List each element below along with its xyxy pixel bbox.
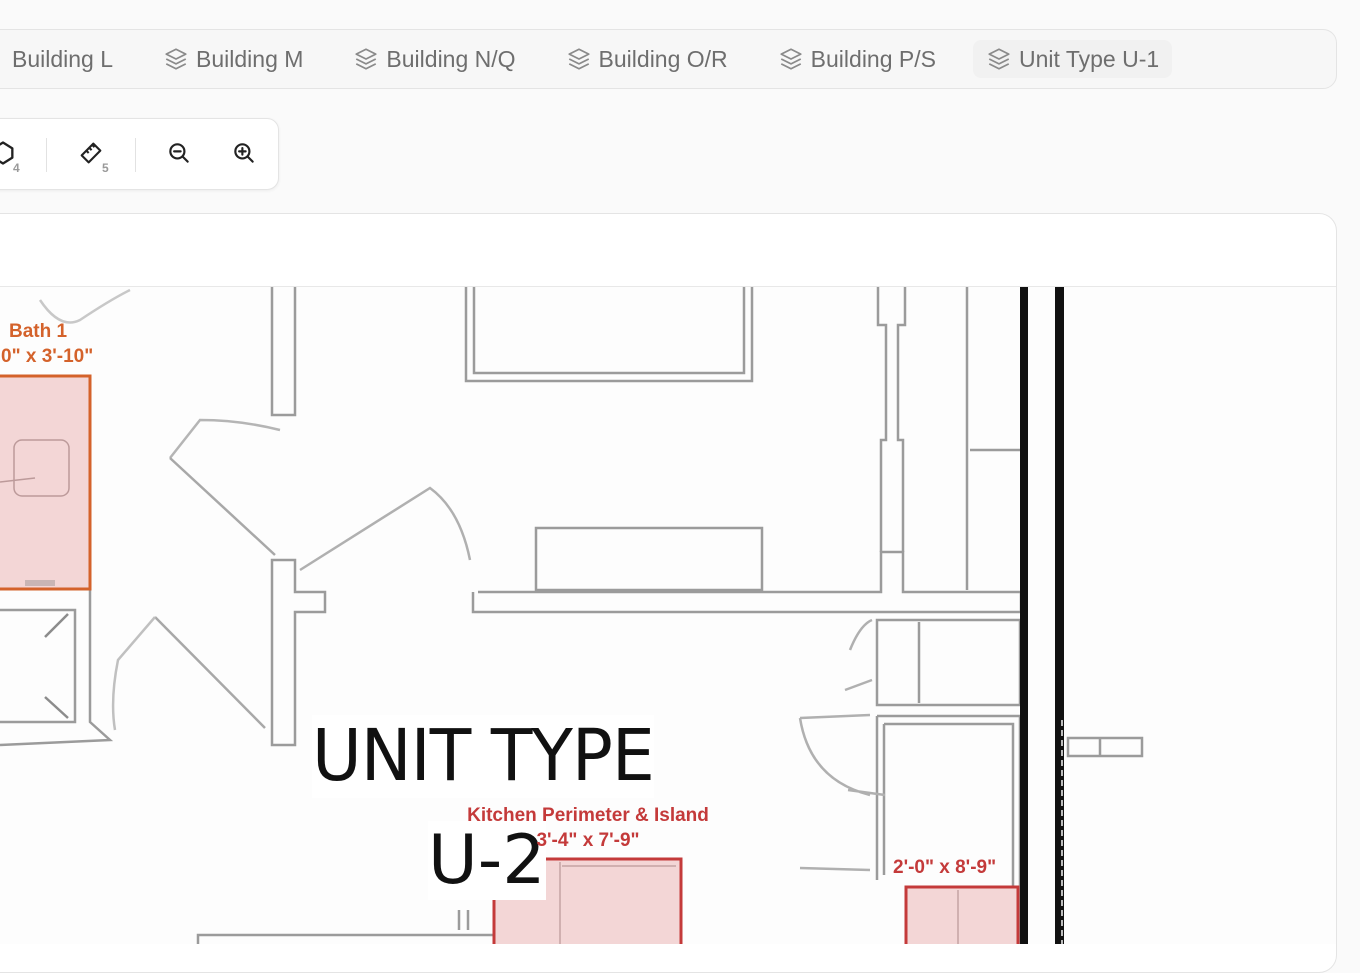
tab-building-l[interactable]: Building L [0,40,126,78]
layers-icon [986,46,1012,72]
layers-icon [353,46,379,72]
building-tab-bar: Building L Building M Building N/Q Build… [0,29,1337,89]
layers-icon [778,46,804,72]
layers-icon [566,46,592,72]
zoom-out-icon [166,140,192,171]
zoom-in-icon [231,140,257,171]
tab-building-n-q[interactable]: Building N/Q [340,40,528,78]
bath-1-name-label: Bath 1 [9,321,68,342]
floor-plan-canvas[interactable]: UNIT TYPE U-2 Bath 1 0" x 3'-10" Kitchen… [0,287,1336,944]
tab-label: Building L [12,45,114,72]
bath-1-dims-label: 0" x 3'-10" [1,346,94,367]
panel-header [0,214,1336,287]
kitchen-name-label: Kitchen Perimeter & Island [467,805,709,826]
unit-type-title: UNIT TYPE [312,715,655,798]
tab-label: Building P/S [810,45,936,72]
tab-label: Unit Type U-1 [1018,45,1160,72]
drawing-toolbar: 4 5 [0,118,279,190]
measure-hotkey: 5 [102,161,109,175]
toolbar-divider [46,138,47,172]
ruler-icon [77,139,105,172]
closet-region [904,885,1020,944]
tab-unit-type-u-1[interactable]: Unit Type U-1 [972,40,1173,78]
tab-label: Building N/Q [386,45,516,72]
tab-building-p-s[interactable]: Building P/S [765,40,949,78]
exterior-walls [1020,287,1064,944]
layers-icon [163,46,189,72]
tab-building-m[interactable]: Building M [150,40,316,78]
toolbar-divider [135,138,136,172]
polygon-hotkey: 4 [13,161,20,175]
tab-label: Building M [196,45,304,72]
closet-dims-label: 2'-0" x 8'-9" [893,857,997,878]
zoom-in-button[interactable] [226,137,262,173]
tab-label: Building O/R [598,45,728,72]
kitchen-dims-label: 3'-4" x 7'-9" [536,830,640,851]
zoom-out-button[interactable] [161,137,197,173]
tab-building-o-r[interactable]: Building O/R [553,40,741,78]
bath-1-region [0,374,92,591]
